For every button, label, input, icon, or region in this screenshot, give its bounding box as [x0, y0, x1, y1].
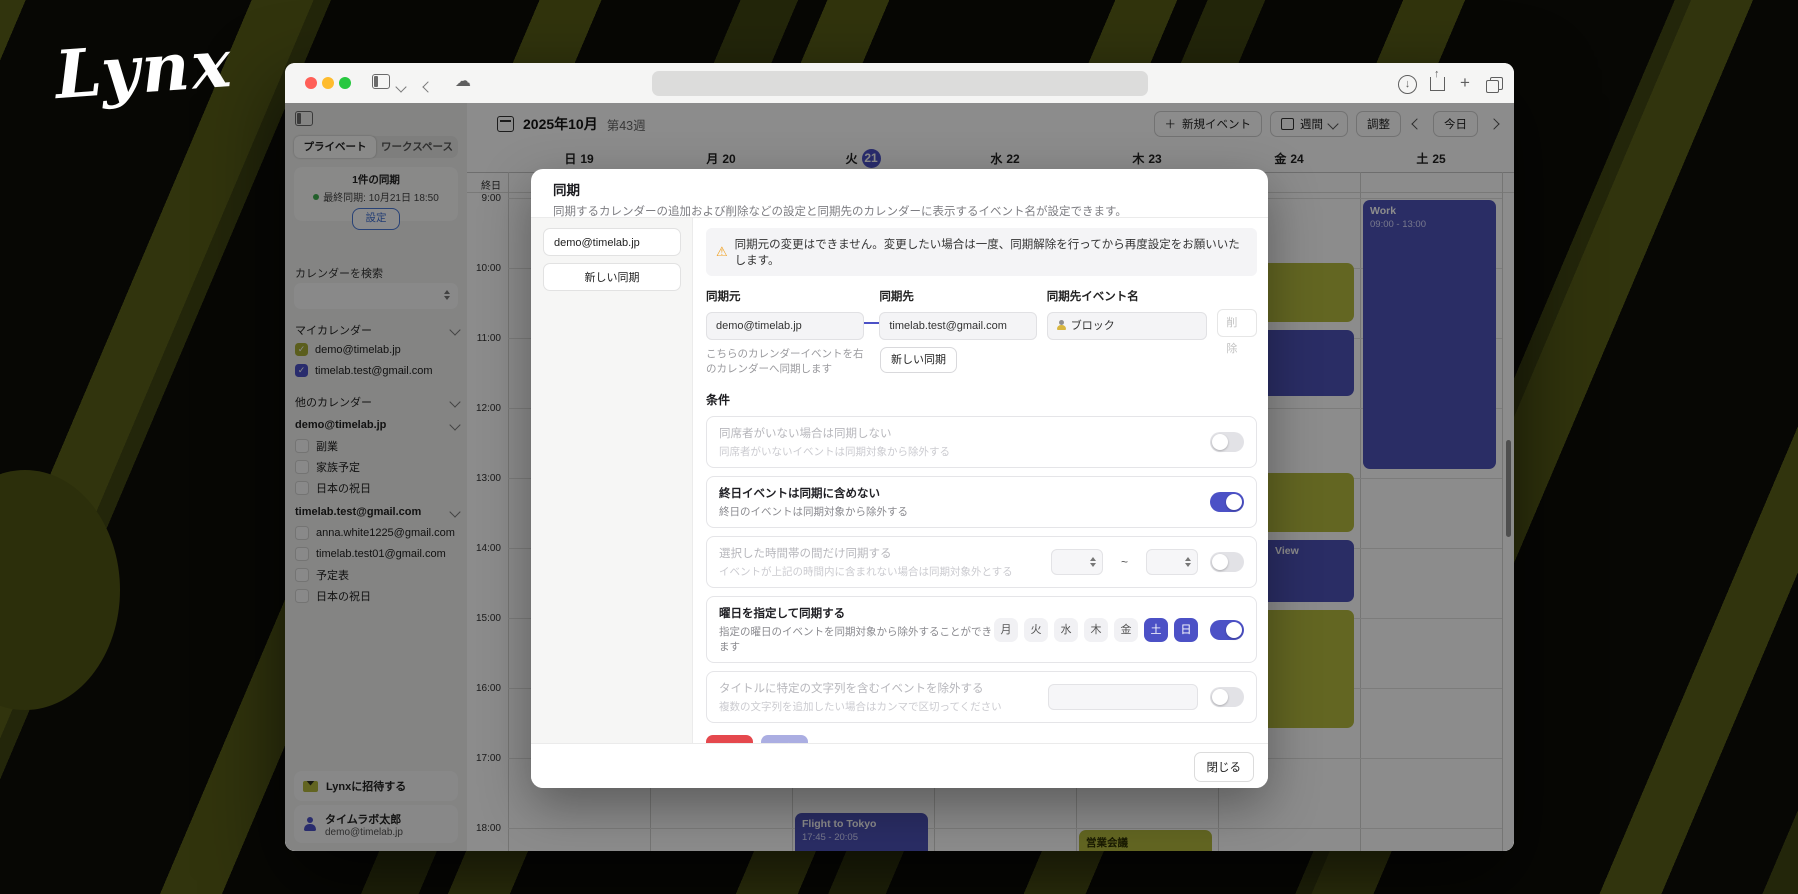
modal-content: ⚠ 同期元の変更はできません。変更したい場合は一度、同期解除を行ってから再度設定… [693, 218, 1268, 744]
time-select[interactable] [1146, 549, 1198, 576]
url-bar[interactable] [652, 71, 1148, 96]
warning-banner: ⚠ 同期元の変更はできません。変更したい場合は一度、同期解除を行ってから再度設定… [706, 228, 1257, 276]
condition-title: 同席者がいない場合は同期しない [719, 428, 892, 441]
condition-desc: 指定の曜日のイベントを同期対象から除外することができます [719, 626, 992, 654]
destination-label: 同期先 [879, 291, 914, 303]
condition-desc: 終日のイベントは同期対象から除外する [719, 506, 908, 519]
condition-card: 同席者がいない場合は同期しない同席者がいないイベントは同期対象から除外する [706, 416, 1257, 469]
condition-text: タイトルに特定の文字列を含むイベントを除外する複数の文字列を追加したい場合はカン… [719, 680, 1002, 714]
source-field[interactable]: demo@timelab.jp [706, 312, 864, 340]
condition-card: 選択した時間帯の間だけ同期するイベントが上記の時間内に含まれない場合は同期対象外… [706, 536, 1257, 589]
conditions-list: 同席者がいない場合は同期しない 同席者がいないイベントは同期対象から除外する 終日イ… [706, 416, 1257, 724]
sidebar-panes-icon[interactable] [372, 74, 390, 89]
tilde-separator: ~ [1120, 555, 1128, 570]
event-name-label: 同期先イベント名 [1046, 291, 1139, 303]
condition-toggle[interactable] [1210, 619, 1244, 640]
source-label: 同期元 [706, 291, 741, 303]
condition-desc: イベントが上記の時間内に含まれない場合は同期対象外とする [719, 566, 1013, 579]
modal-footer: 閉じる [531, 743, 1268, 788]
toggle-knob [1212, 554, 1228, 571]
sync-list-panel: demo@timelab.jp 新しい同期 [531, 218, 693, 744]
condition-toggle[interactable] [1210, 432, 1244, 453]
stepper-icon [1089, 557, 1096, 568]
minimize-window-button[interactable] [322, 77, 334, 89]
weekday-chip[interactable]: 土 [1144, 617, 1168, 642]
condition-controls [1210, 492, 1244, 513]
condition-title: 選択した時間帯の間だけ同期する [719, 548, 892, 561]
sync-connector-line [863, 322, 880, 324]
weekday-chip[interactable]: 水 [1054, 617, 1078, 642]
condition-text: 同席者がいない場合は同期しない同席者がいないイベントは同期対象から除外する [719, 425, 950, 459]
browser-titlebar: ☁ ↓ + [285, 63, 1514, 104]
toggle-knob [1226, 621, 1242, 638]
condition-controls: 月火水木金土日 [994, 617, 1244, 642]
weekday-chips: 月火水木金土日 [994, 617, 1198, 642]
source-helper-text: こちらのカレンダーイベントを右のカレンダーへ同期します [706, 348, 864, 376]
sync-fields-row2: こちらのカレンダーイベントを右のカレンダーへ同期します 新しい同期 [706, 347, 1257, 377]
new-sync-button[interactable]: 新しい同期 [880, 347, 957, 373]
zoom-window-button[interactable] [339, 77, 351, 89]
browser-window: ☁ ↓ + プライベート ワークスペース 1件の同期 最終同期: 10月21日 [285, 63, 1514, 851]
toggle-knob [1226, 494, 1242, 511]
modal-title: 同期 [553, 183, 580, 198]
remove-sync-button[interactable]: 削除 [1217, 309, 1258, 355]
close-window-button[interactable] [305, 77, 317, 89]
modal-header: 同期 同期するカレンダーの追加および削除などの設定と同期先のカレンダーに表示する… [531, 169, 1268, 218]
sync-list-item[interactable]: demo@timelab.jp [543, 228, 681, 256]
condition-controls: ~ [1050, 549, 1244, 576]
sync-fields-row: 同期元 demo@timelab.jp 同期先 timelab.test@gma… [706, 288, 1258, 355]
sync-settings-modal: 同期 同期するカレンダーの追加および削除などの設定と同期先のカレンダーに表示する… [531, 169, 1268, 788]
condition-toggle[interactable] [1210, 492, 1244, 513]
condition-text: 選択した時間帯の間だけ同期するイベントが上記の時間内に含まれない場合は同期対象外… [719, 545, 1013, 579]
sync-list-item[interactable]: 新しい同期 [543, 263, 681, 291]
weekday-chip[interactable]: 月 [994, 617, 1018, 642]
weekday-chip[interactable]: 木 [1084, 617, 1108, 642]
condition-text: 曜日を指定して同期する指定の曜日のイベントを同期対象から除外することができます [719, 605, 994, 654]
condition-controls [1210, 432, 1244, 453]
background-blob [0, 470, 120, 710]
new-tab-icon[interactable]: + [1460, 73, 1470, 92]
condition-controls [1048, 684, 1244, 711]
chevron-down-icon[interactable] [395, 81, 407, 93]
event-name-field[interactable]: ブロック [1046, 312, 1208, 340]
condition-card: 曜日を指定して同期する指定の曜日のイベントを同期対象から除外することができます月… [706, 596, 1257, 664]
weekday-chip[interactable]: 火 [1024, 617, 1048, 642]
toggle-knob [1212, 689, 1228, 706]
warning-text: 同期元の変更はできません。変更したい場合は一度、同期解除を行ってから再度設定をお… [734, 239, 1240, 267]
condition-title: タイトルに特定の文字列を含むイベントを除外する [719, 683, 984, 696]
conditions-label: 条件 [706, 393, 731, 408]
condition-toggle[interactable] [1210, 552, 1244, 573]
stepper-icon [1185, 557, 1191, 568]
close-button[interactable]: 閉じる [1193, 752, 1254, 782]
lynx-logo: Lynx [52, 23, 236, 115]
warning-icon: ⚠ [716, 244, 728, 259]
condition-text: 終日イベントは同期に含めない終日のイベントは同期対象から除外する [719, 485, 908, 519]
condition-title: 終日イベントは同期に含めない [719, 488, 880, 501]
page-background: Lynx ☁ ↓ + プライベート ワークスペース [0, 0, 1798, 894]
condition-card: タイトルに特定の文字列を含むイベントを除外する複数の文字列を追加したい場合はカン… [706, 671, 1257, 724]
share-icon[interactable] [1430, 68, 1445, 91]
modal-subtitle: 同期するカレンダーの追加および削除などの設定と同期先のカレンダーに表示するイベン… [553, 206, 1127, 218]
condition-desc: 複数の文字列を追加したい場合はカンマで区切ってください [719, 701, 1002, 714]
time-select[interactable] [1050, 549, 1103, 576]
destination-field[interactable]: timelab.test@gmail.com [879, 312, 1037, 340]
exclude-text-input[interactable] [1048, 684, 1198, 711]
condition-toggle[interactable] [1210, 687, 1244, 708]
toggle-knob [1212, 434, 1228, 451]
person-icon [1056, 320, 1066, 330]
condition-card: 終日イベントは同期に含めない終日のイベントは同期対象から除外する [706, 476, 1257, 529]
condition-title: 曜日を指定して同期する [719, 608, 846, 621]
download-icon[interactable]: ↓ [1398, 75, 1417, 94]
weekday-chip[interactable]: 金 [1114, 617, 1138, 642]
back-icon[interactable] [422, 81, 434, 93]
cloud-icon[interactable]: ☁ [455, 73, 471, 90]
condition-desc: 同席者がいないイベントは同期対象から除外する [719, 446, 950, 459]
weekday-chip[interactable]: 日 [1174, 617, 1198, 642]
tab-overview-icon[interactable] [1486, 77, 1503, 93]
